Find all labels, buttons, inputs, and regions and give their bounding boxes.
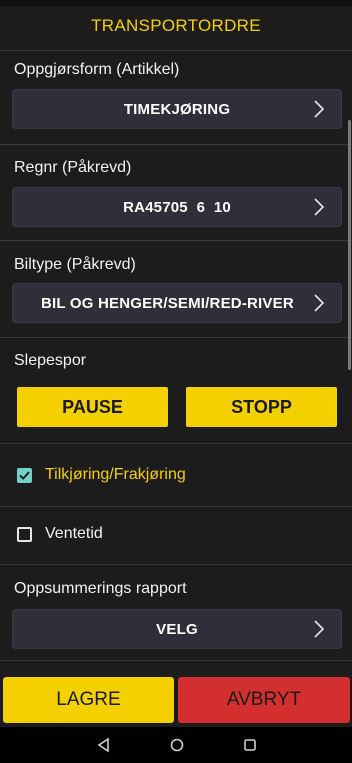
chevron-right-icon [314,100,325,118]
summary-selector[interactable]: VELG [12,609,342,649]
divider [0,144,352,145]
chevron-right-icon [314,198,325,216]
home-icon[interactable] [169,737,185,753]
regnr-selector[interactable]: RA45705 6 10 [12,187,342,227]
summary-label: Oppsummerings rapport [14,580,187,597]
oppgjorsform-value: TIMEKJØRING [123,100,231,118]
oppgjorsform-selector[interactable]: TIMEKJØRING [12,89,342,129]
divider [0,564,352,565]
back-icon[interactable] [96,737,112,753]
scrollbar-thumb[interactable] [348,120,351,370]
save-button[interactable]: LAGRE [3,677,174,723]
field-label-biltype: Biltype (Påkrevd) [14,256,136,273]
system-nav-bar [0,727,352,763]
ventetid-label: Ventetid [45,525,103,542]
summary-value: VELG [156,620,198,638]
divider [0,660,352,661]
ventetid-checkbox-row[interactable]: Ventetid [0,512,352,556]
action-bar: LAGRE AVBRYT [0,676,352,724]
divider [0,240,352,241]
tilkjoring-label: Tilkjøring/Frakjøring [45,466,186,483]
field-label-regnr: Regnr (Påkrevd) [14,159,132,176]
chevron-right-icon [314,294,325,312]
page-title: TRANSPORTORDRE [91,16,261,35]
pause-button[interactable]: PAUSE [17,387,168,427]
checkbox-unchecked[interactable] [17,527,32,542]
biltype-selector[interactable]: BIL OG HENGER/SEMI/RED-RIVER [12,283,342,323]
check-icon [19,471,30,480]
slepespor-label: Slepespor [14,352,87,369]
biltype-value: BIL OG HENGER/SEMI/RED-RIVER [41,294,294,312]
cancel-button[interactable]: AVBRYT [178,677,350,723]
app-header: TRANSPORTORDRE [0,6,352,46]
divider [0,50,352,51]
checkbox-checked[interactable] [17,468,32,483]
recents-icon[interactable] [242,737,258,753]
divider [0,337,352,338]
divider [0,506,352,507]
divider [0,443,352,444]
stop-button[interactable]: STOPP [186,387,337,427]
chevron-right-icon [314,620,325,638]
tilkjoring-checkbox-row[interactable]: Tilkjøring/Frakjøring [0,453,352,497]
regnr-value: RA45705 6 10 [123,198,231,216]
field-label-oppgjorsform: Oppgjørsform (Artikkel) [14,61,180,78]
